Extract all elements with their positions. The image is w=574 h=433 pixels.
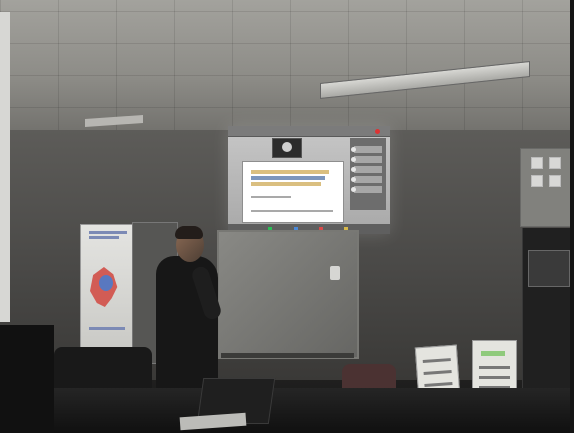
poster-text-line (479, 366, 510, 369)
slide-text-line (251, 182, 321, 186)
projected-presentation (228, 126, 390, 234)
poster-text-line (479, 376, 510, 379)
slide-text-line (251, 210, 333, 212)
cabinet-screen (528, 250, 570, 287)
poster-text-line (422, 358, 451, 364)
participant-row (351, 186, 382, 193)
conference-room-photo (0, 0, 574, 433)
recording-dot (375, 129, 380, 134)
slide-text-line (251, 170, 329, 174)
slide-window (242, 161, 344, 223)
banner-logo-line (89, 231, 127, 234)
participant-row (351, 166, 382, 173)
poster-text-line (424, 382, 453, 387)
image-edge-shadow (570, 0, 574, 433)
participant-row (351, 146, 382, 153)
banner-text-line (89, 327, 125, 330)
whiteboard (217, 230, 359, 359)
presenter-hair (175, 226, 203, 239)
map-icon (90, 267, 118, 307)
poster-text-line (423, 370, 452, 375)
rollup-banner (80, 224, 136, 354)
participant-row (351, 156, 382, 163)
banner-logo-line (89, 236, 119, 239)
slide-text-line (251, 176, 325, 180)
switch-icon (531, 157, 543, 169)
participants-panel (350, 138, 386, 210)
camera-thumbnail (272, 138, 302, 158)
switch-icon (531, 175, 543, 187)
wall-control-panel (520, 148, 574, 227)
left-screen-edge (0, 12, 10, 322)
foreground-desk (0, 388, 574, 433)
switch-icon (549, 157, 561, 169)
foreground-shadow (0, 325, 54, 433)
participant-row (351, 176, 382, 183)
switch-icon (549, 175, 561, 187)
whiteboard-tray (221, 353, 354, 358)
projection-toolbar (228, 126, 390, 137)
whiteboard-eraser (330, 266, 340, 280)
slide-text-line (251, 196, 291, 198)
poster-header-band (481, 351, 505, 356)
